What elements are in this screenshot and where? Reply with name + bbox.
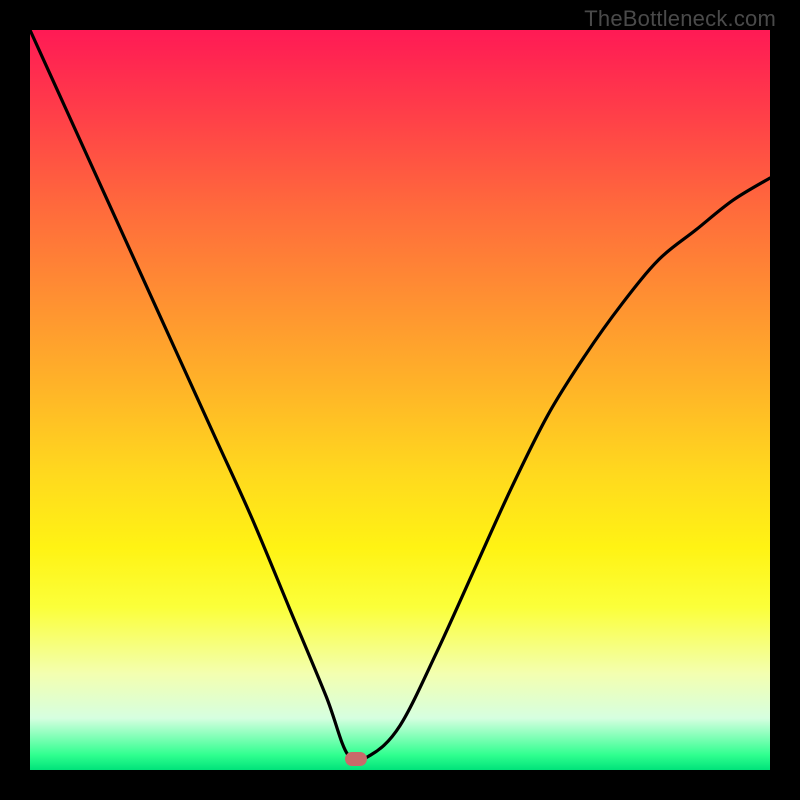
watermark-text: TheBottleneck.com — [584, 6, 776, 32]
bottleneck-curve-path — [30, 30, 770, 761]
optimal-point-marker — [345, 752, 367, 766]
bottleneck-curve-svg — [30, 30, 770, 770]
